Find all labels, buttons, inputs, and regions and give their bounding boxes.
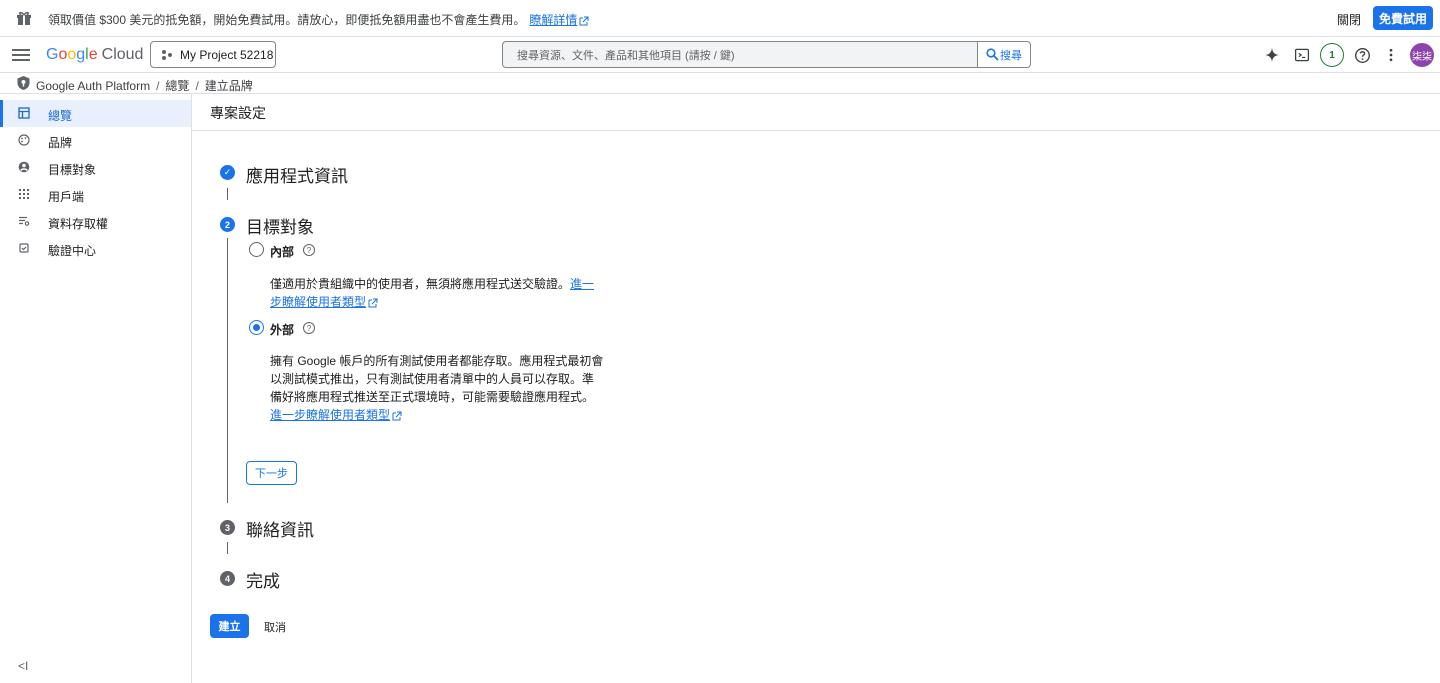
external-desc-text: 擁有 Google 帳戶的所有測試使用者都能存取。應用程式最初會以測試模式推出，…: [270, 354, 604, 404]
google-cloud-logo[interactable]: Google Cloud: [46, 46, 143, 64]
breadcrumb-path: Google Auth Platform / 總覽 / 建立品牌: [36, 77, 253, 94]
logo-letter: g: [76, 46, 86, 63]
sidebar-item-verification[interactable]: 驗證中心: [0, 235, 191, 262]
create-button[interactable]: 建立: [210, 614, 249, 638]
step-number-3: 3: [220, 520, 235, 535]
sidebar-item-label: 品牌: [48, 136, 73, 150]
step-complete-check-icon: ✓: [220, 165, 235, 180]
project-picker[interactable]: My Project 52218: [150, 41, 276, 68]
gemini-sparkle-icon[interactable]: [1262, 45, 1282, 65]
external-description: 擁有 Google 帳戶的所有測試使用者都能存取。應用程式最初會以測試模式推出，…: [270, 352, 605, 424]
external-link-icon: [392, 411, 402, 421]
search-icon: [986, 48, 999, 61]
step-contact-label[interactable]: 聯絡資訊: [246, 516, 314, 541]
sidebar-item-label: 目標對象: [48, 163, 97, 177]
search-button-label: 搜尋: [1000, 49, 1022, 62]
breadcrumb-item-platform[interactable]: Google Auth Platform: [36, 79, 150, 93]
step-number-4: 4: [220, 571, 235, 586]
gift-icon: [17, 11, 31, 25]
menu-icon[interactable]: [12, 46, 30, 62]
search-button[interactable]: 搜尋: [977, 41, 1031, 68]
sidebar-item-label: 驗證中心: [48, 244, 97, 258]
more-vert-icon[interactable]: [1381, 45, 1401, 65]
breadcrumb-separator: /: [156, 79, 160, 93]
dashboard-icon: [18, 107, 30, 119]
internal-label: 內部: [270, 245, 295, 259]
help-icon[interactable]: [1352, 45, 1372, 65]
step-connector: [227, 188, 228, 200]
sidebar-item-audience[interactable]: 目標對象: [0, 154, 191, 181]
title-divider: [192, 130, 1440, 131]
step-app-info-label[interactable]: 應用程式資訊: [246, 162, 348, 187]
cloud-shell-icon[interactable]: [1292, 45, 1312, 65]
internal-radio[interactable]: [249, 242, 264, 257]
step-audience-label[interactable]: 目標對象: [246, 213, 314, 238]
logo-letter: G: [46, 46, 59, 63]
breadcrumb-item-overview[interactable]: 總覽: [165, 79, 189, 93]
sidebar-item-overview[interactable]: 總覽: [0, 100, 191, 127]
sidebar-item-brand[interactable]: 品牌: [0, 127, 191, 154]
verify-icon: [19, 243, 29, 253]
logo-letter: e: [88, 46, 98, 63]
help-external-icon[interactable]: ?: [303, 322, 315, 334]
step-number-2: 2: [220, 217, 235, 232]
banner-message: 領取價值 $300 美元的抵免額，開始免費試用。請放心，即便抵免額用盡也不會產生…: [48, 13, 526, 27]
logo-cloud-text: Cloud: [101, 46, 144, 63]
project-name: My Project 52218: [180, 47, 274, 62]
data-access-icon: [19, 216, 30, 226]
avatar[interactable]: 柒柒: [1410, 43, 1434, 67]
notifications-badge[interactable]: 1: [1320, 43, 1344, 67]
external-link-text: 進一步瞭解使用者類型: [270, 408, 391, 422]
grid-icon: [19, 189, 29, 199]
sidebar-item-label: 用戶端: [48, 190, 85, 204]
collapse-sidebar-button[interactable]: <I: [18, 659, 28, 673]
breadcrumb-separator: /: [195, 79, 199, 93]
free-trial-button[interactable]: 免費試用: [1373, 6, 1433, 30]
learn-more-link[interactable]: 瞭解詳情: [529, 13, 589, 27]
page-title: 專案設定: [210, 105, 266, 121]
cancel-button[interactable]: 取消: [264, 619, 286, 635]
breadcrumb: Google Auth Platform / 總覽 / 建立品牌: [0, 73, 1440, 94]
sidebar-item-label: 總覽: [48, 109, 73, 123]
promo-banner: 領取價值 $300 美元的抵免額，開始免費試用。請放心，即便抵免額用盡也不會產生…: [0, 0, 1440, 37]
sidebar-item-label: 資料存取權: [48, 217, 109, 231]
sidebar-item-data-access[interactable]: 資料存取權: [0, 208, 191, 235]
search-input[interactable]: 搜尋資源、文件、產品和其他項目 (請按 / 鍵): [502, 41, 977, 68]
step-connector: [227, 238, 228, 503]
learn-more-label: 瞭解詳情: [529, 13, 578, 27]
internal-desc-text: 僅適用於貴組織中的使用者，無須將應用程式送交驗證。: [270, 277, 571, 291]
internal-description: 僅適用於貴組織中的使用者，無須將應用程式送交驗證。進一步瞭解使用者類型: [270, 275, 605, 311]
top-header: Google Cloud My Project 52218 搜尋資源、文件、產品和…: [0, 37, 1440, 73]
palette-icon: [18, 134, 30, 146]
external-link-icon: [579, 16, 589, 26]
next-button[interactable]: 下一步: [246, 461, 297, 485]
step-connector: [227, 542, 228, 554]
breadcrumb-item-create-brand: 建立品牌: [204, 79, 253, 93]
sidebar: 總覽 品牌 目標對象 用戶端 資料存取權 驗證中心 <I: [0, 94, 192, 683]
external-radio[interactable]: [249, 320, 264, 335]
shield-icon: [17, 76, 30, 90]
person-icon: [18, 161, 30, 173]
help-internal-icon[interactable]: ?: [303, 244, 315, 256]
banner-text: 領取價值 $300 美元的抵免額，開始免費試用。請放心，即便抵免額用盡也不會產生…: [48, 11, 589, 28]
external-label: 外部: [270, 323, 295, 337]
logo-letter: o: [67, 46, 77, 63]
external-link-icon: [368, 298, 378, 308]
close-banner-button[interactable]: 關閉: [1337, 11, 1361, 28]
step-finish-label[interactable]: 完成: [246, 567, 280, 592]
sidebar-item-clients[interactable]: 用戶端: [0, 181, 191, 208]
project-dots-icon: [162, 49, 172, 60]
external-learn-more-link[interactable]: 進一步瞭解使用者類型: [270, 408, 402, 422]
search-placeholder: 搜尋資源、文件、產品和其他項目 (請按 / 鍵): [517, 49, 735, 62]
